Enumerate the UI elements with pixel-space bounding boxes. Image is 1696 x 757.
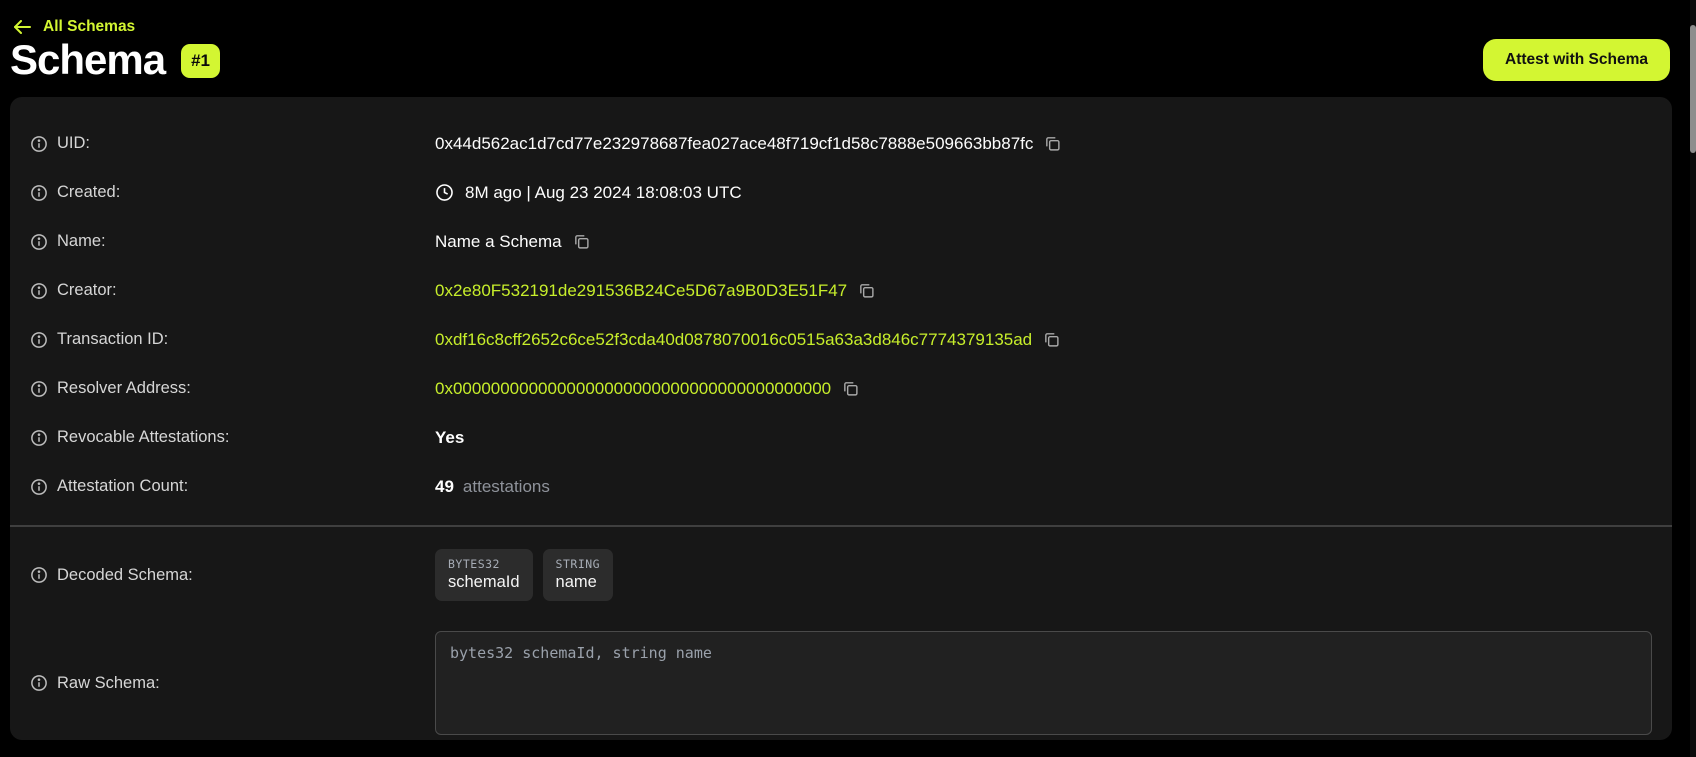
name-value-group: Name a Schema xyxy=(435,232,590,252)
schema-detail-page: All Schemas Schema #1 Attest with Schema… xyxy=(0,0,1696,757)
field-name: schemaId xyxy=(448,573,520,592)
detail-row-revocable: Revocable Attestations: Yes xyxy=(30,413,1652,462)
clock-icon xyxy=(435,183,454,202)
transaction-label: Transaction ID: xyxy=(57,330,168,349)
detail-row-raw-schema: Raw Schema: bytes32 schemaId, string nam… xyxy=(30,623,1652,743)
resolver-address-link[interactable]: 0x00000000000000000000000000000000000000… xyxy=(435,379,831,399)
count-label-group: Attestation Count: xyxy=(30,477,435,496)
info-icon xyxy=(30,674,48,692)
count-value-group: 49 attestations xyxy=(435,477,550,497)
copy-icon[interactable] xyxy=(1043,331,1060,348)
copy-icon[interactable] xyxy=(858,282,875,299)
info-icon xyxy=(30,282,48,300)
info-icon xyxy=(30,233,48,251)
raw-label: Raw Schema: xyxy=(57,674,160,693)
info-icon xyxy=(30,331,48,349)
copy-icon[interactable] xyxy=(573,233,590,250)
schema-number-badge: #1 xyxy=(181,44,220,78)
info-icon xyxy=(30,566,48,584)
detail-row-decoded-schema: Decoded Schema: BYTES32 schemaId STRING … xyxy=(30,533,1652,617)
transaction-label-group: Transaction ID: xyxy=(30,330,435,349)
resolver-value-group: 0x00000000000000000000000000000000000000… xyxy=(435,379,859,399)
decoded-schema-fields: BYTES32 schemaId STRING name xyxy=(435,549,613,601)
uid-label: UID: xyxy=(57,134,90,153)
schema-field-chip: BYTES32 schemaId xyxy=(435,549,533,601)
created-label-group: Created: xyxy=(30,183,435,202)
raw-schema-textarea[interactable]: bytes32 schemaId, string name xyxy=(435,631,1652,735)
info-icon xyxy=(30,380,48,398)
copy-icon[interactable] xyxy=(1044,135,1061,152)
info-icon xyxy=(30,429,48,447)
scrollbar-track[interactable] xyxy=(1690,0,1696,757)
revocable-value: Yes xyxy=(435,428,464,448)
name-label-group: Name: xyxy=(30,232,435,251)
attestation-count-unit: attestations xyxy=(463,477,550,497)
uid-value: 0x44d562ac1d7cd77e232978687fea027ace48f7… xyxy=(435,134,1033,154)
revocable-label: Revocable Attestations: xyxy=(57,428,229,447)
creator-value-group: 0x2e80F532191de291536B24Ce5D67a9B0D3E51F… xyxy=(435,281,875,301)
copy-icon[interactable] xyxy=(842,380,859,397)
attest-with-schema-button[interactable]: Attest with Schema xyxy=(1483,39,1670,81)
title-row: Schema #1 Attest with Schema xyxy=(10,36,1670,84)
schema-field-chip: STRING name xyxy=(543,549,614,601)
created-value: 8M ago | Aug 23 2024 18:08:03 UTC xyxy=(465,183,742,203)
detail-row-creator: Creator: 0x2e80F532191de291536B24Ce5D67a… xyxy=(30,266,1652,315)
uid-label-group: UID: xyxy=(30,134,435,153)
transaction-value-group: 0xdf16c8cff2652c6ce52f3cda40d0878070016c… xyxy=(435,330,1060,350)
info-icon xyxy=(30,135,48,153)
creator-label: Creator: xyxy=(57,281,117,300)
name-label: Name: xyxy=(57,232,106,251)
page-title: Schema xyxy=(10,36,165,84)
attestation-count-value: 49 xyxy=(435,477,454,497)
decoded-label: Decoded Schema: xyxy=(57,566,193,585)
revocable-label-group: Revocable Attestations: xyxy=(30,428,435,447)
back-link-label: All Schemas xyxy=(43,18,135,36)
field-name: name xyxy=(556,573,601,592)
section-divider xyxy=(10,525,1672,527)
raw-label-group: Raw Schema: xyxy=(30,674,435,693)
detail-row-attestation-count: Attestation Count: 49 attestations xyxy=(30,462,1652,511)
decoded-label-group: Decoded Schema: xyxy=(30,566,435,585)
uid-value-group: 0x44d562ac1d7cd77e232978687fea027ace48f7… xyxy=(435,134,1061,154)
detail-row-resolver: Resolver Address: 0x00000000000000000000… xyxy=(30,364,1652,413)
creator-address-link[interactable]: 0x2e80F532191de291536B24Ce5D67a9B0D3E51F… xyxy=(435,281,847,301)
detail-row-created: Created: 8M ago | Aug 23 2024 18:08:03 U… xyxy=(30,168,1652,217)
info-icon xyxy=(30,184,48,202)
created-value-group: 8M ago | Aug 23 2024 18:08:03 UTC xyxy=(435,183,742,203)
field-type: BYTES32 xyxy=(448,557,520,571)
detail-row-name: Name: Name a Schema xyxy=(30,217,1652,266)
schema-details-card: UID: 0x44d562ac1d7cd77e232978687fea027ac… xyxy=(10,97,1672,740)
info-icon xyxy=(30,478,48,496)
detail-row-uid: UID: 0x44d562ac1d7cd77e232978687fea027ac… xyxy=(30,119,1652,168)
field-type: STRING xyxy=(556,557,601,571)
created-label: Created: xyxy=(57,183,120,202)
resolver-label: Resolver Address: xyxy=(57,379,191,398)
back-to-all-schemas-link[interactable]: All Schemas xyxy=(14,18,135,36)
revocable-value-group: Yes xyxy=(435,428,464,448)
detail-row-transaction-id: Transaction ID: 0xdf16c8cff2652c6ce52f3c… xyxy=(30,315,1652,364)
resolver-label-group: Resolver Address: xyxy=(30,379,435,398)
arrow-left-icon xyxy=(14,20,31,34)
creator-label-group: Creator: xyxy=(30,281,435,300)
name-value: Name a Schema xyxy=(435,232,562,252)
transaction-id-link[interactable]: 0xdf16c8cff2652c6ce52f3cda40d0878070016c… xyxy=(435,330,1032,350)
count-label: Attestation Count: xyxy=(57,477,188,496)
scrollbar-thumb[interactable] xyxy=(1690,25,1696,153)
